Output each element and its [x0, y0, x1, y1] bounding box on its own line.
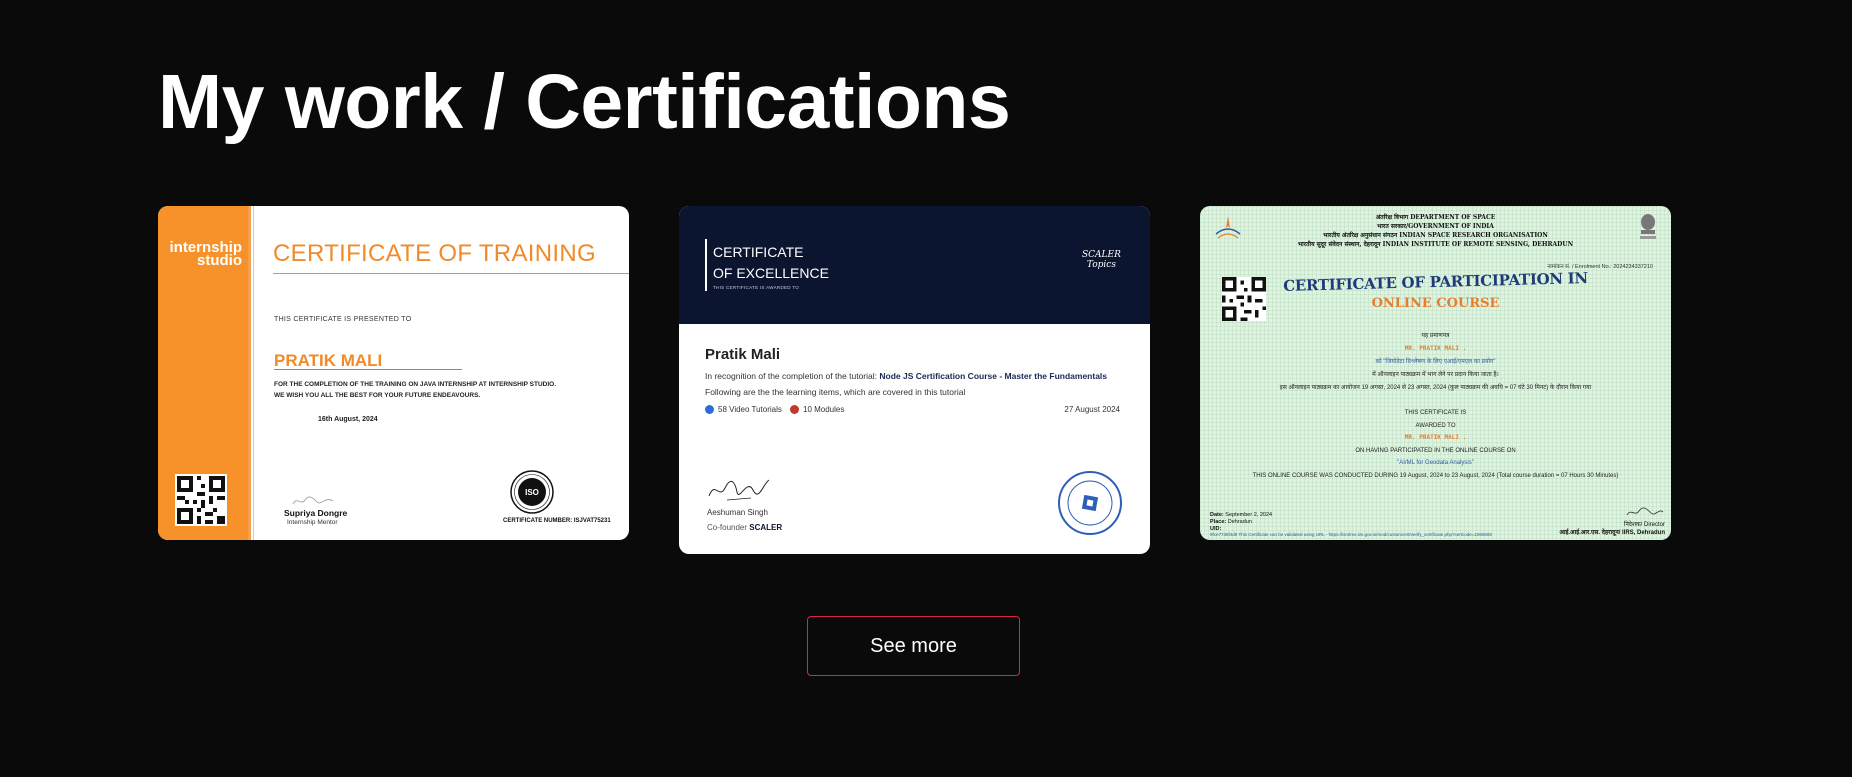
page-title: My work / Certifications: [158, 59, 1011, 145]
video-icon: [705, 405, 714, 414]
certificate-title: CERTIFICATE OF EXCELLENCE: [713, 244, 829, 281]
recipient-name: Pratik Mali: [705, 346, 781, 363]
certificate-body: FOR THE COMPLETION OF THE TRAINING ON JA…: [274, 381, 557, 399]
certificate-subtitle: ONLINE COURSE: [1371, 296, 1500, 311]
internship-studio-logo: internship studio: [169, 239, 242, 269]
recognition-text: In recognition of the completion of the …: [705, 371, 1108, 381]
certificate-card-nodejs[interactable]: CERTIFICATE OF EXCELLENCE THIS CERTIFICA…: [679, 206, 1150, 554]
video-tutorials-count: 58 Video Tutorials: [705, 405, 782, 414]
hindi-text-line: में ऑनलाइन पाठ्यक्रम में भाग लेने पर प्र…: [1372, 372, 1499, 378]
certificate-card-java-internship[interactable]: internship studio CERTIFICATE OF TRAININ…: [158, 206, 629, 540]
recipient-name-hindi: MR. PRATIK MALI .: [1404, 345, 1467, 352]
awarded-to-text: THIS CERTIFICATE IS AWARDED TO: [713, 285, 800, 290]
svg-text:ISO: ISO: [525, 488, 539, 497]
english-text-line: ON HAVING PARTICIPATED IN THE ONLINE COU…: [1355, 448, 1516, 454]
hindi-text-line: इस ऑनलाइन पाठ्यक्रम का आयोजन 19 अगस्त, 2…: [1279, 385, 1592, 391]
director-signature-block: निदेशक/ Director आई.आई.आर.एस. देहरादून/ …: [1559, 506, 1665, 537]
national-emblem-icon: [1640, 214, 1656, 239]
course-name: "AI/ML for Geodata Analysis": [1397, 460, 1474, 466]
scaler-topics-logo: SCALER Topics: [1082, 250, 1121, 270]
issuer-header: अंतरिक्ष विभाग DEPARTMENT OF SPACE भारत …: [1297, 214, 1574, 248]
signer-role: Internship Mentor: [287, 519, 338, 526]
certificate-title: CERTIFICATE OF TRAINING: [273, 240, 596, 267]
qr-code-icon: [175, 474, 227, 526]
module-icon: [790, 405, 799, 414]
recipient-name: MR. PRATIK MALI .: [1404, 434, 1467, 441]
recipient-name: PRATIK MALI: [274, 351, 383, 370]
hindi-text-line: यह प्रमाणपत्र: [1421, 333, 1450, 339]
certificate-date: 27 August 2024: [1064, 405, 1120, 414]
date-place-block: Date: September 2, 2024 Place: Dehradun …: [1210, 512, 1273, 532]
signer-name: Supriya Dongre: [284, 508, 348, 518]
modules-count: 10 Modules: [790, 405, 844, 414]
iso-certified-seal-icon: ISO: [510, 470, 554, 514]
certificate-of-excellence-badge-icon: [1058, 471, 1122, 535]
verification-url: 9fce7738f4d9 This Certificate can be val…: [1210, 532, 1492, 537]
see-more-button[interactable]: See more: [807, 616, 1020, 676]
signer-name: Aeshuman Singh: [707, 508, 768, 517]
signature-icon: [1626, 507, 1664, 516]
presented-to-text: THIS CERTIFICATE IS PRESENTED TO: [274, 316, 412, 323]
certificate-date: 16th August, 2024: [318, 416, 378, 423]
english-text-line: THIS ONLINE COURSE WAS CONDUCTED DURING …: [1252, 473, 1619, 479]
learning-items-text: Following are the the learning items, wh…: [705, 387, 966, 397]
english-text-line: AWARDED TO: [1415, 423, 1456, 429]
certificate-card-isro[interactable]: अंतरिक्ष विभाग DEPARTMENT OF SPACE भारत …: [1200, 206, 1671, 540]
signature-icon: [707, 474, 771, 509]
certificate-number: CERTIFICATE NUMBER: ISJVAT75231: [503, 518, 611, 524]
english-text-line: THIS CERTIFICATE IS: [1404, 410, 1467, 416]
course-name-hindi: को "जियोडेटा विश्लेषण के लिए एआई/एमएल का…: [1375, 359, 1496, 365]
signer-role: Co-founder SCALER: [707, 523, 783, 532]
